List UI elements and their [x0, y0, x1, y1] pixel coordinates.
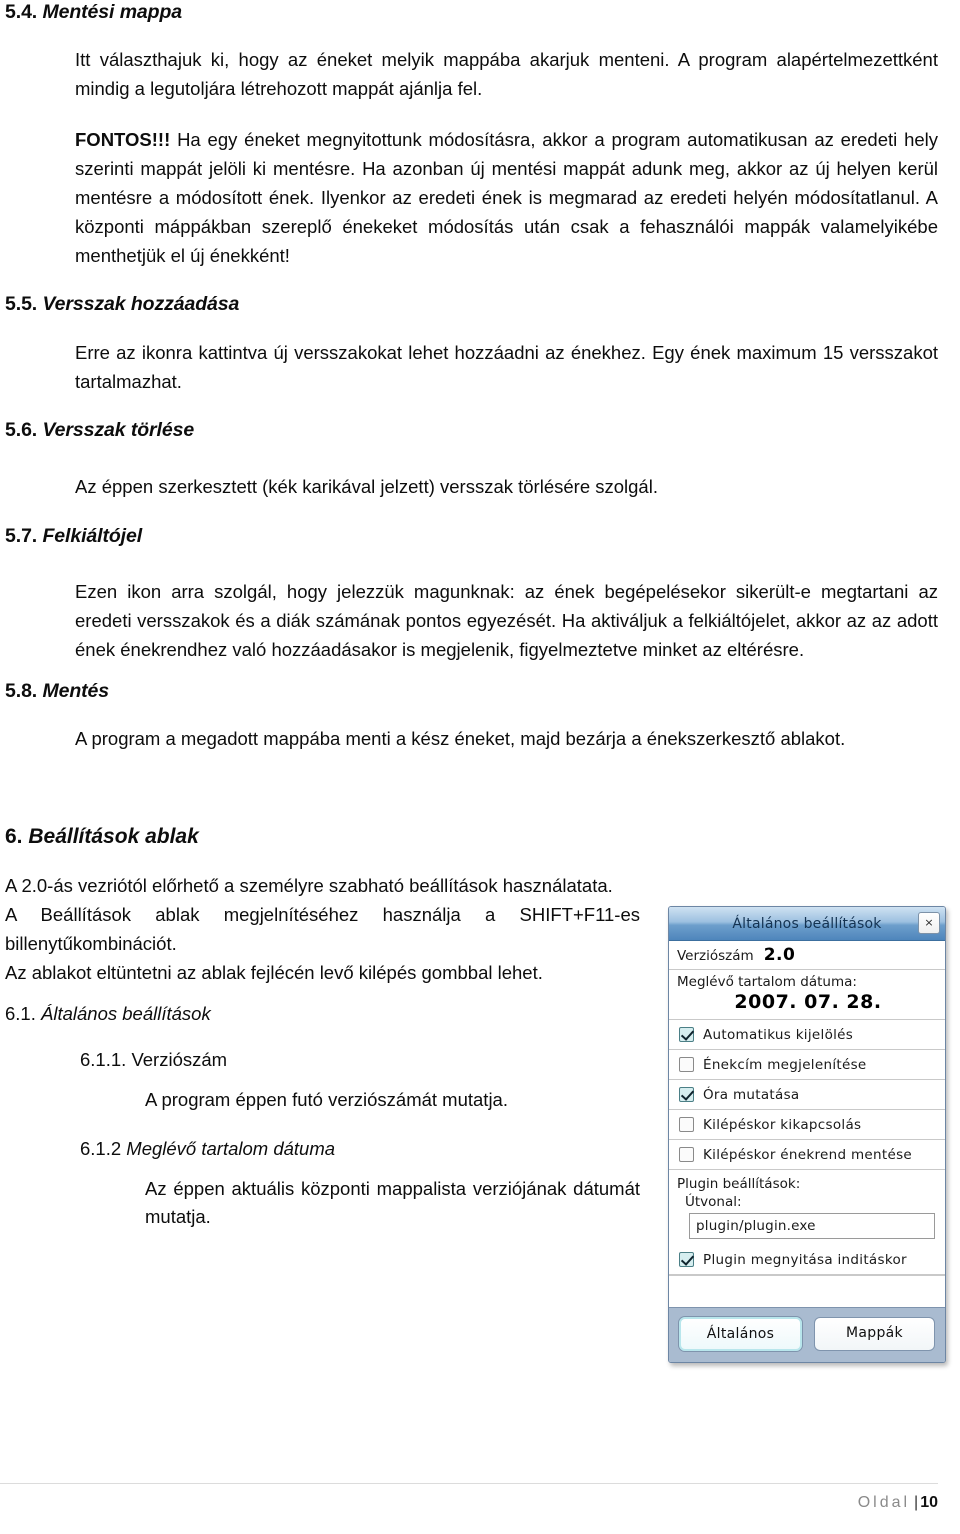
plugin-path-label: Útvonal: — [685, 1194, 742, 1210]
heading-5-5-number: 5.5. — [5, 293, 38, 316]
paragraph-5-6-1: Az éppen szerkesztett (kék karikával jel… — [75, 475, 658, 497]
heading-5-6: 5.6. Versszak törlése — [0, 418, 960, 442]
heading-6-1-2: 6.1.2 Meglévő tartalom dátuma — [5, 1137, 640, 1161]
paragraph-5-4-2-text: Ha egy éneket megnyitottunk módosításra,… — [75, 129, 939, 266]
paragraph-5-4-1: Itt választhajuk ki, hogy az éneket mely… — [75, 49, 938, 100]
heading-6: 6. Beállítások ablak — [5, 824, 640, 850]
checkbox-row-kilepeskor-kikapcsolas[interactable]: Kilépéskor kikapcsolás — [669, 1110, 945, 1140]
paragraph-5-5-1: Erre az ikonra kattintva új versszakokat… — [75, 341, 938, 392]
footer-word: Oldal — [857, 1494, 911, 1511]
plugin-settings-heading: Plugin beállítások: — [677, 1176, 801, 1192]
dialog-bottom-spacer — [669, 1275, 945, 1301]
checkbox-label: Automatikus kijelölés — [703, 1026, 854, 1043]
dialog-titlebar: Általános beállítások × — [669, 907, 945, 941]
plugin-path-wrapper — [669, 1213, 945, 1245]
heading-6-1-title: Általános beállítások — [41, 1002, 211, 1024]
checkbox-icon-checked[interactable] — [679, 1252, 694, 1267]
heading-5-4-number: 5.4. — [5, 1, 38, 23]
heading-6-number: 6. — [5, 824, 23, 848]
version-value: 2.0 — [763, 945, 796, 965]
checkbox-label: Plugin megnyitása inditáskor — [703, 1251, 907, 1268]
paragraph-6-1-2: Az éppen aktuális központi mappalista ve… — [145, 1177, 640, 1228]
heading-6-1-number: 6.1. — [5, 1002, 36, 1024]
dialog-footer: Általános Mappák — [669, 1307, 945, 1362]
heading-6-1-1: 6.1.1. Verziószám — [5, 1048, 640, 1072]
heading-5-7-number: 5.7. — [5, 524, 38, 547]
tab-button-mappak[interactable]: Mappák — [814, 1317, 935, 1351]
paragraph-5-7-1: Ezen ikon arra szolgál, hogy jelezzük ma… — [75, 581, 938, 660]
document-page: 5.4. Mentési mappa Itt választhajuk ki, … — [0, 0, 960, 1534]
checkbox-icon-checked[interactable] — [679, 1027, 694, 1042]
heading-6-title: Beállítások ablak — [28, 824, 199, 848]
checkbox-label: Kilépéskor énekrend mentése — [703, 1146, 913, 1163]
paragraph-6-3: Az ablakot eltüntetni az ablak fejlécén … — [5, 961, 543, 983]
checkbox-row-ora-mutatasa[interactable]: Óra mutatása — [669, 1080, 945, 1110]
heading-6-1: 6.1. Általános beállítások — [5, 1002, 640, 1026]
heading-5-8-title: Mentés — [42, 679, 110, 702]
heading-6-1-2-number: 6.1.2 — [80, 1137, 122, 1159]
heading-6-1-1-number: 6.1.1. — [80, 1048, 127, 1070]
footer-page-number: 10 — [920, 1494, 938, 1511]
paragraph-6-2: A Beállítások ablak megjelnítéséhez hasz… — [5, 904, 640, 954]
checkbox-row-automatikus-kijeloles[interactable]: Automatikus kijelölés — [669, 1020, 945, 1050]
checkbox-label: Óra mutatása — [703, 1086, 800, 1103]
heading-5-8: 5.8. Mentés — [0, 679, 960, 703]
heading-5-7: 5.7. Felkiáltójel — [0, 524, 960, 548]
checkbox-row-enekcim-megjelenitese[interactable]: Énekcím megjelenítése — [669, 1050, 945, 1080]
dialog-body: Verziószám 2.0 Meglévő tartalom dátuma: … — [669, 941, 945, 1307]
heading-5-5-title: Versszak hozzáadása — [42, 293, 240, 316]
page-footer: Oldal | 10 — [0, 1483, 960, 1512]
tab-button-altalanos[interactable]: Általános — [679, 1317, 802, 1351]
checkbox-label: Énekcím megjelenítése — [703, 1056, 867, 1073]
fontos-lead: FONTOS!!! — [75, 129, 171, 151]
paragraph-6-1: A 2.0-ás vezriótól előrhető a személyre … — [5, 875, 613, 897]
heading-5-6-number: 5.6. — [5, 419, 38, 442]
content-date-value: 2007. 07. 28. — [734, 991, 882, 1013]
plugin-path-input[interactable] — [689, 1213, 935, 1239]
version-label: Verziószám — [677, 948, 754, 964]
checkbox-row-plugin-megnyitasa-inditaskor[interactable]: Plugin megnyitása inditáskor — [669, 1245, 945, 1275]
heading-5-6-title: Versszak törlése — [42, 419, 195, 442]
heading-6-1-2-title: Meglévő tartalom dátuma — [126, 1137, 336, 1159]
heading-6-1-1-title: Verziószám — [131, 1048, 228, 1070]
footer-divider — [0, 1483, 938, 1484]
paragraph-6-1-1: A program éppen futó verziószámát mutatj… — [145, 1088, 508, 1110]
checkbox-icon-unchecked[interactable] — [679, 1147, 694, 1162]
close-icon[interactable]: × — [918, 912, 940, 934]
heading-5-5: 5.5. Versszak hozzáadása — [0, 292, 960, 316]
paragraph-5-4-2: FONTOS!!! Ha egy éneket megnyitottunk mó… — [0, 126, 960, 270]
footer-page-indicator: Oldal | 10 — [0, 1494, 938, 1512]
content-date-row: Meglévő tartalom dátuma: 2007. 07. 28. — [669, 970, 945, 1020]
footer-separator: | — [914, 1494, 919, 1511]
content-date-label: Meglévő tartalom dátuma: — [677, 974, 857, 990]
checkbox-icon-unchecked[interactable] — [679, 1057, 694, 1072]
paragraph-5-8-1: A program a megadott mappába menti a kés… — [75, 728, 846, 750]
version-row: Verziószám 2.0 — [669, 941, 945, 970]
settings-dialog: Általános beállítások × Verziószám 2.0 M… — [668, 906, 946, 1363]
checkbox-row-kilepeskor-enekrend-mentese[interactable]: Kilépéskor énekrend mentése — [669, 1140, 945, 1170]
heading-5-4: 5.4. Mentési mappa — [0, 0, 960, 24]
heading-5-7-title: Felkiáltójel — [42, 524, 143, 547]
checkbox-icon-unchecked[interactable] — [679, 1117, 694, 1132]
checkbox-label: Kilépéskor kikapcsolás — [703, 1116, 862, 1133]
checkbox-icon-checked[interactable] — [679, 1087, 694, 1102]
dialog-title: Általános beállítások — [732, 915, 882, 932]
heading-5-4-title: Mentési mappa — [42, 1, 183, 23]
heading-5-8-number: 5.8. — [5, 679, 38, 702]
